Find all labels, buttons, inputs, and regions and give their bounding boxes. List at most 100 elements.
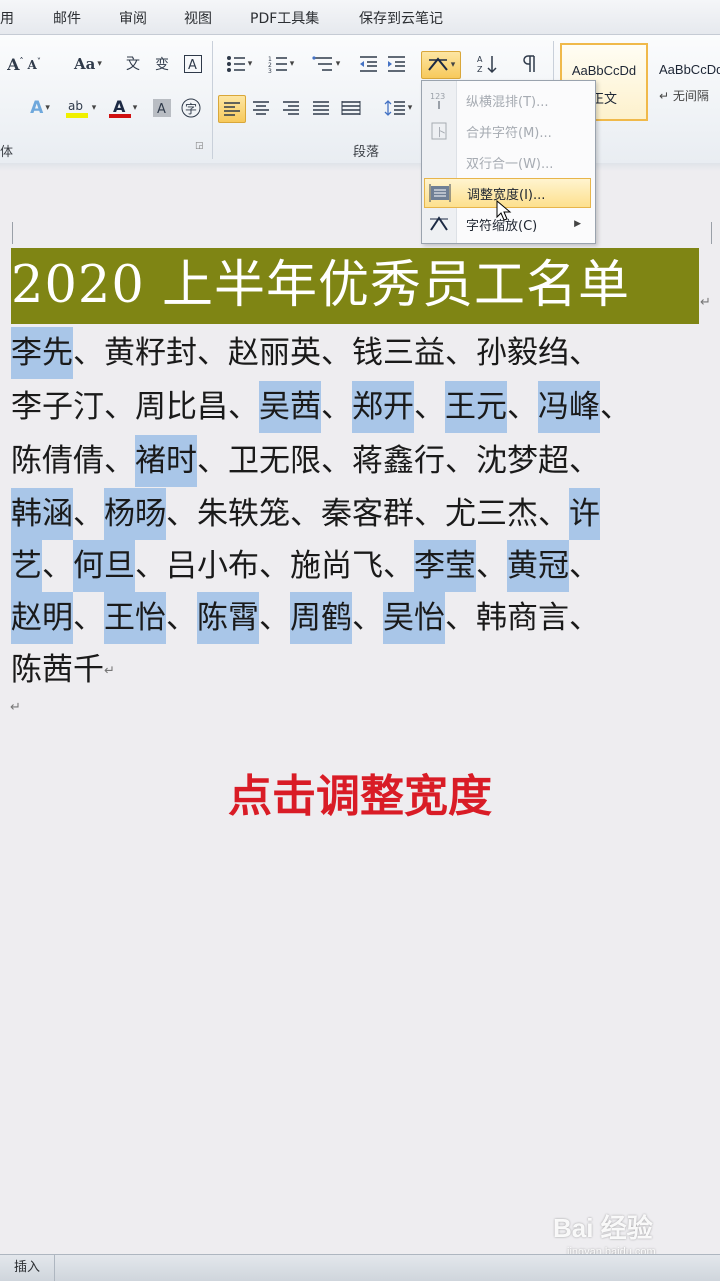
align-right-button[interactable] xyxy=(278,95,304,121)
employee-name[interactable]: 赵明 xyxy=(11,592,73,644)
employee-name[interactable]: 王怡 xyxy=(104,592,166,644)
align-left-button[interactable] xyxy=(218,95,246,123)
svg-text:123: 123 xyxy=(430,92,445,101)
instruction-caption: 点击调整宽度 xyxy=(228,771,492,822)
paragraph-mark: ↵ xyxy=(700,295,711,310)
employee-name[interactable]: 李先 xyxy=(11,327,73,379)
employee-name[interactable]: 韩商言 xyxy=(476,592,569,644)
name-line[interactable]: 艺、何旦、吕小布、施尚飞、李莹、黄冠、 xyxy=(11,540,711,592)
show-formatting-marks-button[interactable] xyxy=(518,51,542,77)
employee-name[interactable]: 赵丽英 xyxy=(228,327,321,379)
employee-name[interactable]: 许 xyxy=(569,488,600,540)
justify-button[interactable] xyxy=(308,95,334,121)
name-separator: 、 xyxy=(538,496,569,532)
employee-name[interactable]: 周比昌 xyxy=(135,381,228,433)
name-separator: 、 xyxy=(569,443,600,479)
distributed-button[interactable] xyxy=(338,95,364,121)
employee-name[interactable]: 蒋鑫行 xyxy=(352,435,445,487)
insert-mode-indicator[interactable]: 插入 xyxy=(0,1255,56,1281)
name-line[interactable]: 韩涵、杨旸、朱轶笼、秦客群、尤三杰、许 xyxy=(11,488,711,540)
name-line[interactable]: 李子汀、周比昌、吴茜、郑开、王元、冯峰、 xyxy=(11,381,711,433)
employee-name[interactable]: 何旦 xyxy=(73,540,135,592)
employee-name[interactable]: 周鹤 xyxy=(290,592,352,644)
multilevel-list-button[interactable]: ▾ xyxy=(306,51,346,77)
tab-references-partial[interactable]: 用 xyxy=(0,8,14,28)
employee-name[interactable]: 卫无限 xyxy=(228,435,321,487)
name-line[interactable]: 陈倩倩、褚时、卫无限、蒋鑫行、沈梦超、 xyxy=(11,435,711,487)
employee-name[interactable]: 冯峰 xyxy=(538,381,600,433)
employee-name[interactable]: 艺 xyxy=(11,540,42,592)
character-shading-button[interactable]: A xyxy=(150,95,174,121)
highlight-color-button[interactable]: ab ▾ xyxy=(62,95,100,121)
employee-name[interactable]: 黄籽封 xyxy=(104,327,197,379)
employee-name[interactable]: 韩涵 xyxy=(11,488,73,540)
employee-name[interactable]: 吴茜 xyxy=(259,381,321,433)
grow-shrink-font-buttons[interactable]: A˄ A˅ xyxy=(4,51,44,77)
empty-paragraph-mark: ↵ xyxy=(10,700,21,715)
ribbon-shadow xyxy=(0,163,720,171)
text-effects-button[interactable]: A ▾ xyxy=(22,95,58,121)
name-line[interactable]: 陈茜千↵ xyxy=(11,644,711,696)
employee-name[interactable]: 褚时 xyxy=(135,435,197,487)
employee-name[interactable]: 尤三杰 xyxy=(445,488,538,540)
employee-name[interactable]: 郑开 xyxy=(352,381,414,433)
increase-indent-button[interactable] xyxy=(384,51,408,77)
name-separator: 、 xyxy=(600,389,631,425)
employee-name[interactable]: 陈茜千 xyxy=(11,644,104,696)
name-separator: 、 xyxy=(166,600,197,636)
phonetic-guide-button[interactable]: 文 xyxy=(122,51,146,77)
employee-name[interactable]: 黄冠 xyxy=(507,540,569,592)
name-separator: 、 xyxy=(228,389,259,425)
enclose-characters-button[interactable]: 变 xyxy=(151,51,175,77)
employee-name[interactable]: 秦客群 xyxy=(321,488,414,540)
font-dialog-launcher-icon[interactable]: ◲ xyxy=(195,140,204,151)
name-separator: 、 xyxy=(445,600,476,636)
employee-name[interactable]: 吕小布 xyxy=(166,540,259,592)
name-separator: 、 xyxy=(73,335,104,371)
ribbon-tab-bar: 用 邮件 审阅 视图 PDF工具集 保存到云笔记 xyxy=(0,0,720,35)
tab-mailings[interactable]: 邮件 xyxy=(53,8,81,28)
enclose-char-button[interactable]: 字 xyxy=(178,95,204,121)
name-separator: 、 xyxy=(321,335,352,371)
employee-name[interactable]: 李莹 xyxy=(414,540,476,592)
employee-name[interactable]: 王元 xyxy=(445,381,507,433)
employee-name[interactable]: 吴怡 xyxy=(383,592,445,644)
shrink-font-icon[interactable]: A˅ xyxy=(28,56,41,72)
employee-name[interactable]: 杨旸 xyxy=(104,488,166,540)
grow-font-icon[interactable]: A˄ xyxy=(7,55,23,74)
name-separator: 、 xyxy=(445,335,476,371)
style-no-spacing[interactable]: AaBbCcDd ↵ 无间隔 xyxy=(650,43,720,121)
name-line[interactable]: 李先、黄籽封、赵丽英、钱三益、孙毅绉、 xyxy=(11,327,711,379)
menu-item-label: 合并字符(M)... xyxy=(466,125,552,141)
employee-name[interactable]: 陈霄 xyxy=(197,592,259,644)
name-separator: 、 xyxy=(414,496,445,532)
name-separator: 、 xyxy=(42,548,73,584)
employee-name[interactable]: 李子汀 xyxy=(11,381,104,433)
employee-name[interactable]: 孙毅绉 xyxy=(476,327,569,379)
employee-name[interactable]: 钱三益 xyxy=(352,327,445,379)
character-border-button[interactable]: A xyxy=(181,51,205,77)
font-color-button[interactable]: A ▾ xyxy=(104,95,142,121)
align-center-button[interactable] xyxy=(248,95,274,121)
employee-name[interactable]: 沈梦超 xyxy=(476,435,569,487)
employee-name[interactable]: 陈倩倩 xyxy=(11,435,104,487)
sort-button[interactable]: AZ xyxy=(474,51,502,77)
line-spacing-icon xyxy=(384,100,405,116)
tab-save-to-cloud-notes[interactable]: 保存到云笔记 xyxy=(359,8,443,28)
document-title[interactable]: 2020 上半年优秀员工名单 xyxy=(11,248,699,324)
tab-review[interactable]: 审阅 xyxy=(119,8,147,28)
decrease-indent-button[interactable] xyxy=(356,51,380,77)
employee-name[interactable]: 施尚飞 xyxy=(290,540,383,592)
name-line[interactable]: 赵明、王怡、陈霄、周鹤、吴怡、韩商言、 xyxy=(11,592,711,644)
tab-pdf-tools[interactable]: PDF工具集 xyxy=(250,8,319,28)
tab-view[interactable]: 视图 xyxy=(184,8,212,28)
chinese-layout-button[interactable]: ▾ xyxy=(421,51,461,79)
name-separator: 、 xyxy=(135,548,166,584)
svg-text:A: A xyxy=(188,58,197,73)
bullets-button[interactable]: ▾ xyxy=(220,51,258,77)
change-case-button[interactable]: Aa ▾ xyxy=(70,51,106,77)
name-separator: 、 xyxy=(259,548,290,584)
employee-name[interactable]: 朱轶笼 xyxy=(197,488,290,540)
line-spacing-button[interactable]: ▾ xyxy=(380,95,416,121)
numbering-button[interactable]: 1 2 3 ▾ xyxy=(262,51,300,77)
